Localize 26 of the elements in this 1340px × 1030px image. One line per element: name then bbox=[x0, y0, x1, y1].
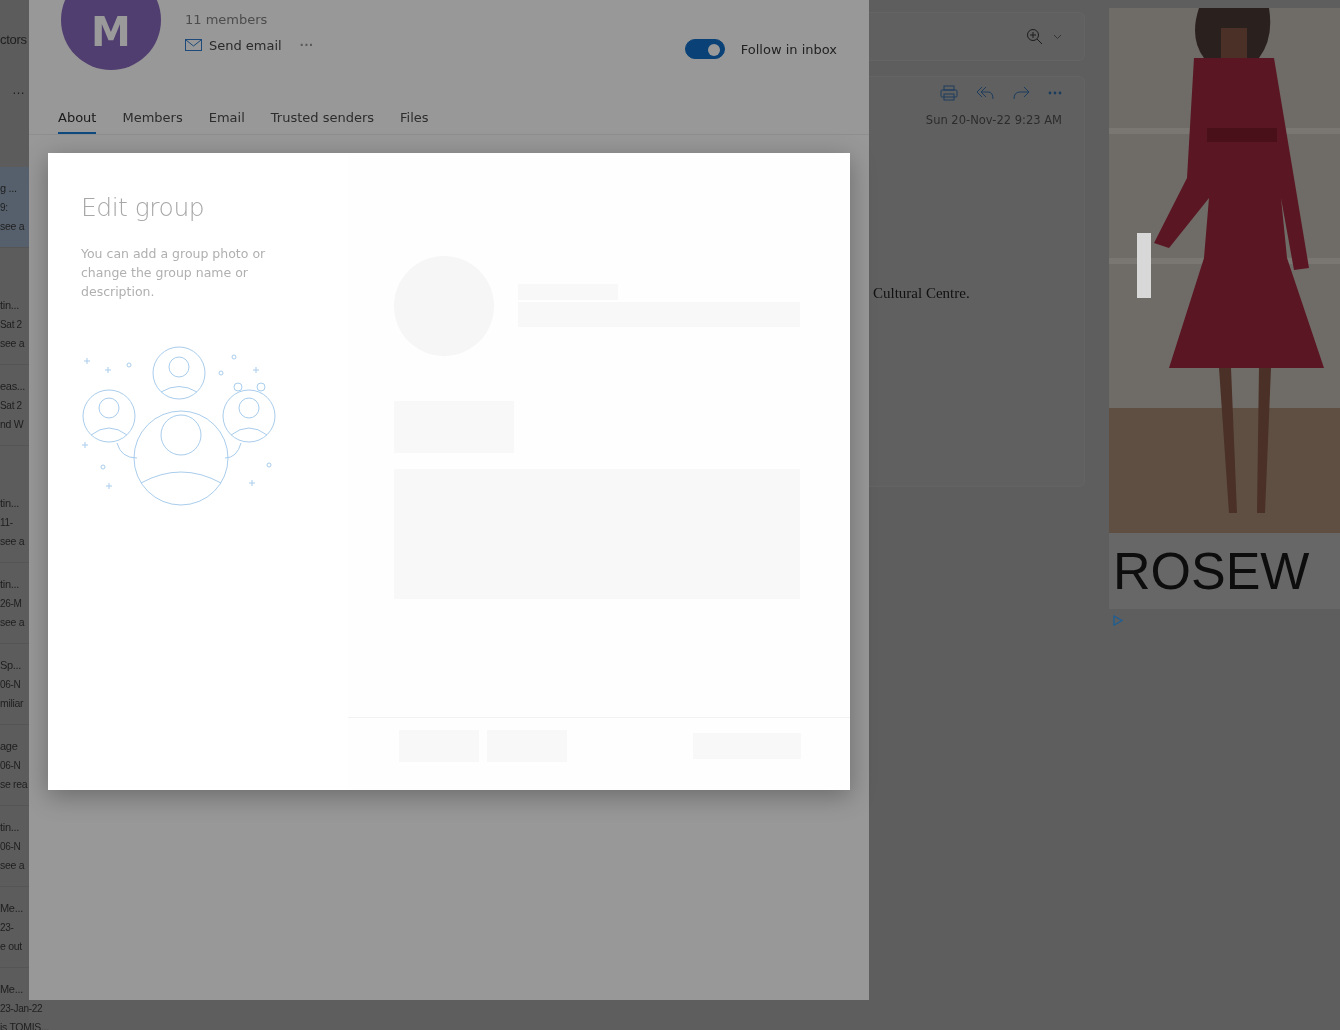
zoom-in-icon[interactable] bbox=[1026, 27, 1044, 46]
more-button[interactable]: ··· bbox=[299, 37, 314, 53]
mail-icon bbox=[185, 39, 202, 51]
message-item[interactable]: g ... 9: see a bbox=[0, 167, 29, 248]
tab[interactable]: About bbox=[58, 95, 97, 134]
tab[interactable]: Files bbox=[400, 95, 429, 134]
ad-choices-icon[interactable] bbox=[1112, 615, 1123, 626]
tab[interactable]: Members bbox=[122, 95, 183, 134]
reply-all-icon[interactable] bbox=[976, 86, 994, 100]
more-icon[interactable] bbox=[1048, 91, 1062, 95]
ad-brand-logo[interactable]: ROSEW bbox=[1109, 533, 1340, 609]
dialog-description: You can add a group photo or change the group name or description. bbox=[81, 245, 267, 301]
more-button[interactable]: … bbox=[12, 82, 25, 97]
follow-toggle[interactable] bbox=[684, 39, 725, 59]
print-icon[interactable] bbox=[940, 85, 958, 101]
follow-label: Follow in inbox bbox=[740, 41, 837, 57]
tab[interactable]: Email bbox=[208, 95, 245, 134]
member-count: 11 members bbox=[185, 12, 269, 27]
forward-icon[interactable] bbox=[1012, 86, 1030, 100]
tab[interactable]: Trusted senders bbox=[270, 95, 374, 134]
chevron-down-icon[interactable] bbox=[1053, 33, 1062, 40]
group-avatar: M bbox=[61, 0, 161, 70]
dialog-title: Edit group bbox=[81, 193, 206, 222]
message-body-text: Cultural Centre. bbox=[873, 285, 970, 302]
send-email-button[interactable]: Send email bbox=[185, 37, 282, 53]
list-header-text: ctors bbox=[0, 32, 27, 47]
